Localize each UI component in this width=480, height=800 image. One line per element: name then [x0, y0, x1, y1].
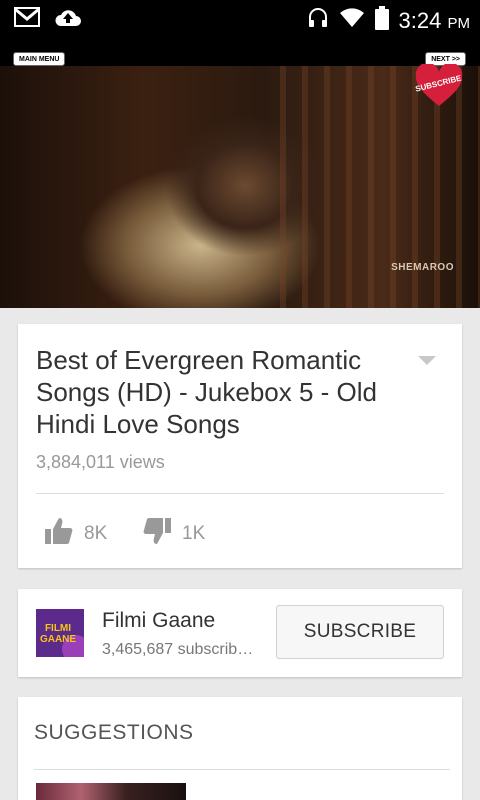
dislike-button[interactable]: 1K: [142, 516, 205, 552]
channel-logo-line1: FILMI: [45, 623, 71, 634]
wifi-icon: [339, 7, 365, 34]
dislike-count: 1K: [182, 523, 206, 544]
thumbs-down-icon: [142, 516, 172, 552]
subscribe-button[interactable]: SUBSCRIBE: [276, 605, 444, 659]
channel-card: FILMI GAANE Filmi Gaane 3,465,687 subscr…: [18, 589, 462, 677]
video-info-card: Best of Evergreen Romantic Songs (HD) - …: [18, 324, 462, 568]
status-bar: 3:24 PM: [0, 0, 480, 38]
channel-watermark: SHEMAROO: [391, 262, 454, 273]
gmail-icon: [14, 7, 40, 32]
video-title: Best of Evergreen Romantic Songs (HD) - …: [36, 345, 378, 439]
expand-description-icon[interactable]: [418, 356, 436, 365]
suggestions-card: SUGGESTIONS: [18, 697, 462, 800]
divider: [34, 769, 450, 770]
suggestions-heading: SUGGESTIONS: [34, 721, 194, 744]
like-count: 8K: [84, 523, 108, 544]
like-button[interactable]: 8K: [44, 516, 107, 552]
suggested-video-thumbnail[interactable]: [36, 783, 186, 800]
channel-avatar[interactable]: FILMI GAANE: [36, 609, 84, 657]
clock: 3:24 PM: [398, 7, 470, 33]
upload-icon: [54, 7, 82, 32]
main-menu-overlay-button[interactable]: MAIN MENU: [13, 52, 66, 66]
headset-icon: [307, 7, 329, 34]
view-count: 3,884,011 views: [36, 452, 165, 472]
divider: [36, 493, 444, 494]
subscribe-heart-overlay[interactable]: SUBSCRIBE: [414, 62, 464, 108]
thumbs-up-icon: [44, 516, 74, 552]
channel-logo-line2: GAANE: [40, 634, 76, 645]
battery-icon: [374, 6, 389, 35]
channel-name[interactable]: Filmi Gaane: [102, 609, 215, 633]
subscriber-count: 3,465,687 subscribers: [102, 641, 254, 658]
